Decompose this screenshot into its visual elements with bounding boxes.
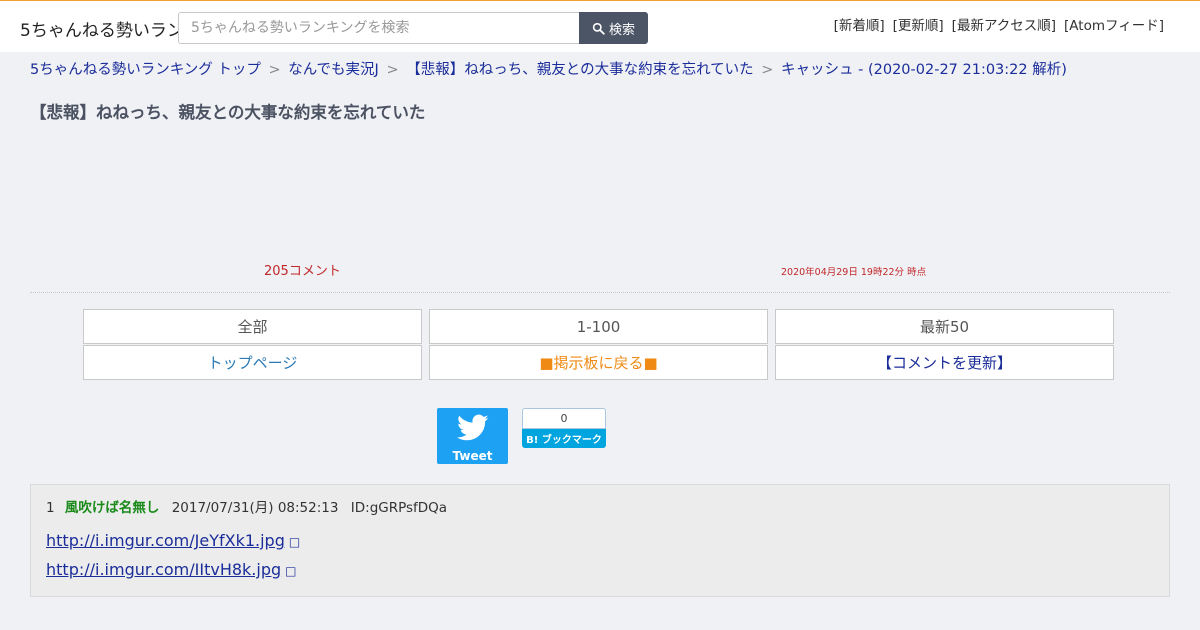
nav-new[interactable]: [新着順] xyxy=(834,14,885,34)
tweet-label: Tweet xyxy=(452,449,493,463)
site-logo[interactable]: 5ちゃんねる勢いランキング xyxy=(20,16,178,40)
nav-atom-feed[interactable]: [Atomフィード] xyxy=(1064,14,1164,34)
breadcrumb-separator: > xyxy=(761,62,774,78)
breadcrumb-separator: > xyxy=(268,62,281,78)
breadcrumb-board[interactable]: なんでも実況J xyxy=(288,62,379,78)
image-link[interactable]: http://i.imgur.com/IItvH8k.jpg xyxy=(46,560,281,579)
post-number: 1 xyxy=(46,500,55,516)
breadcrumb-cache[interactable]: キャッシュ - (2020-02-27 21:03:22 解析) xyxy=(781,62,1067,78)
search-icon xyxy=(592,22,605,35)
post-body: http://i.imgur.com/JeYfXk1.jpg □ http://i… xyxy=(46,527,300,585)
page-title: 【悲報】ねねっち、親友との大事な約束を忘れていた xyxy=(30,103,426,122)
hatena-label: B! ブックマーク xyxy=(522,429,606,448)
search-input[interactable] xyxy=(178,12,580,44)
post: 1 風吹けば名無し 2017/07/31(月) 08:52:13 ID:gGRP… xyxy=(30,484,1170,597)
divider xyxy=(30,292,1170,293)
show-all-button[interactable]: 全部 xyxy=(83,309,422,344)
top-bar: 5ちゃんねる勢いランキング 検索 [新着順] [更新順] [最新アクセス順] [… xyxy=(0,0,1200,52)
post-header: 1 風吹けば名無し 2017/07/31(月) 08:52:13 ID:gGRP… xyxy=(46,496,447,516)
breadcrumb-separator: > xyxy=(386,62,399,78)
post-date: 2017/07/31(月) 08:52:13 xyxy=(171,500,339,516)
thread-nav-buttons: 全部 1-100 最新50 トップページ ■掲示板に戻る■ 【コメントを更新】 xyxy=(83,309,1114,380)
external-link-icon[interactable]: □ xyxy=(289,535,300,549)
snapshot-time: 2020年04月29日 19時22分 時点 xyxy=(781,267,927,278)
range-1-100-button[interactable]: 1-100 xyxy=(429,309,768,344)
search-button-label: 検索 xyxy=(608,22,635,38)
external-link-icon[interactable]: □ xyxy=(285,564,296,578)
nav-recent-access[interactable]: [最新アクセス順] xyxy=(952,14,1056,34)
twitter-bird-icon xyxy=(456,414,488,441)
nav-updated[interactable]: [更新順] xyxy=(893,14,944,34)
image-link[interactable]: http://i.imgur.com/JeYfXk1.jpg xyxy=(46,531,285,550)
breadcrumb-thread[interactable]: 【悲報】ねねっち、親友との大事な約束を忘れていた xyxy=(406,62,753,78)
tweet-button[interactable]: Tweet xyxy=(437,408,508,464)
breadcrumb-home[interactable]: 5ちゃんねる勢いランキング トップ xyxy=(30,62,261,78)
comment-count: 205コメント xyxy=(264,264,341,279)
breadcrumb: 5ちゃんねる勢いランキング トップ > なんでも実況J > 【悲報】ねねっち、親… xyxy=(30,58,1170,79)
latest-50-button[interactable]: 最新50 xyxy=(775,309,1114,344)
search-button[interactable]: 検索 xyxy=(579,12,648,44)
refresh-comments-button[interactable]: 【コメントを更新】 xyxy=(775,345,1114,380)
back-to-board-button[interactable]: ■掲示板に戻る■ xyxy=(429,345,768,380)
poster-id[interactable]: ID:gGRPsfDQa xyxy=(351,500,447,516)
sort-nav: [新着順] [更新順] [最新アクセス順] [Atomフィード] xyxy=(834,14,1164,34)
poster-name: 風吹けば名無し xyxy=(64,500,160,516)
top-page-button[interactable]: トップページ xyxy=(83,345,422,380)
hatena-bookmark-button[interactable]: 0 B! ブックマーク xyxy=(522,408,606,448)
hatena-count: 0 xyxy=(522,408,606,429)
